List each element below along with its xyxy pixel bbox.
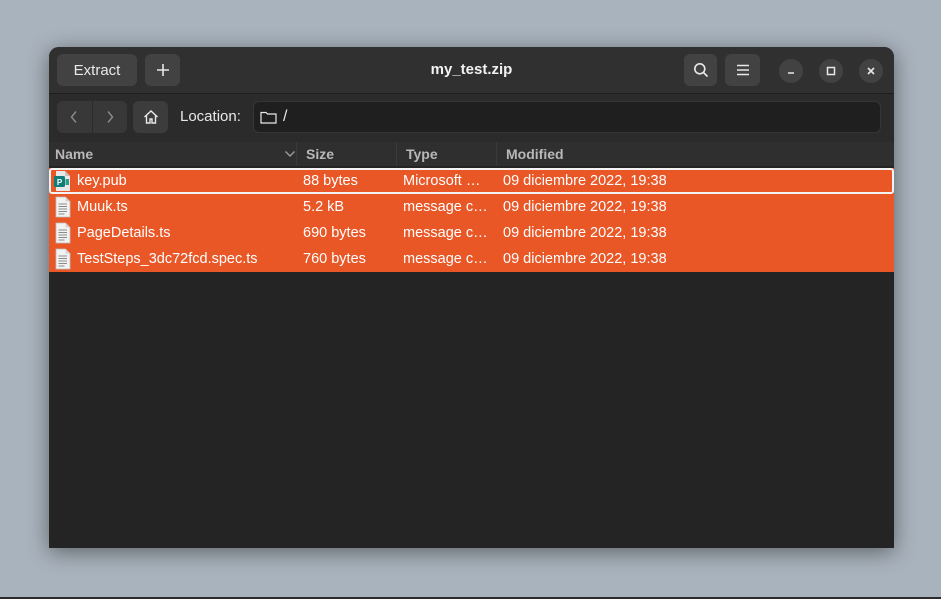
forward-button[interactable] xyxy=(92,101,127,133)
hamburger-menu-icon xyxy=(736,64,749,76)
file-type: Microsoft … xyxy=(403,173,481,189)
close-button[interactable] xyxy=(859,59,883,83)
file-size: 5.2 kB xyxy=(303,199,345,215)
file-modified: 09 diciembre 2022, 19:38 xyxy=(503,173,667,189)
column-header: Name Size Type Modified xyxy=(49,142,894,166)
file-list: P key.pub 88 bytes Microsoft … 09 diciem… xyxy=(49,168,894,272)
file-size: 760 bytes xyxy=(303,251,366,267)
sort-descending-icon xyxy=(285,151,295,157)
maximize-button[interactable] xyxy=(819,59,843,83)
search-button[interactable] xyxy=(684,54,717,86)
file-type: message ca… xyxy=(403,251,495,267)
search-icon xyxy=(693,63,708,78)
file-name: TestSteps_3dc72fcd.spec.ts xyxy=(77,251,258,267)
column-modified-header[interactable]: Modified xyxy=(496,142,894,166)
column-name-header[interactable]: Name xyxy=(55,142,295,166)
chevron-right-icon xyxy=(107,111,114,123)
home-button[interactable] xyxy=(133,101,168,133)
file-name: key.pub xyxy=(77,173,127,189)
archive-manager-window: Extract my_test.zip Location: / Name Siz… xyxy=(49,47,894,548)
svg-text:P: P xyxy=(57,178,63,187)
home-icon xyxy=(143,110,158,124)
location-bar: Location: / xyxy=(49,94,894,142)
minimize-button[interactable] xyxy=(779,59,803,83)
file-modified: 09 diciembre 2022, 19:38 xyxy=(503,225,667,241)
maximize-icon xyxy=(826,66,836,76)
column-type-header[interactable]: Type xyxy=(396,142,496,166)
location-field[interactable]: / xyxy=(253,101,881,133)
file-size: 88 bytes xyxy=(303,173,358,189)
extract-button[interactable]: Extract xyxy=(57,54,137,86)
file-name: PageDetails.ts xyxy=(77,225,171,241)
close-icon xyxy=(867,67,875,75)
location-path: / xyxy=(283,108,288,125)
chevron-left-icon xyxy=(70,111,77,123)
header-bar: Extract my_test.zip xyxy=(49,47,894,94)
folder-icon xyxy=(260,110,277,124)
back-button[interactable] xyxy=(57,101,92,133)
file-row[interactable]: TestSteps_3dc72fcd.spec.ts 760 bytes mes… xyxy=(49,246,894,272)
publisher-document-icon: P xyxy=(53,170,73,192)
file-row[interactable]: Muuk.ts 5.2 kB message ca… 09 diciembre … xyxy=(49,194,894,220)
file-row[interactable]: PageDetails.ts 690 bytes message ca… 09 … xyxy=(49,220,894,246)
column-name-label: Name xyxy=(55,146,94,162)
file-name: Muuk.ts xyxy=(77,199,128,215)
plus-icon xyxy=(156,64,169,76)
text-document-icon xyxy=(53,196,73,218)
minimize-icon xyxy=(788,72,794,74)
file-size: 690 bytes xyxy=(303,225,366,241)
location-label: Location: xyxy=(180,108,241,125)
main-menu-button[interactable] xyxy=(725,54,760,86)
navigation-buttons xyxy=(57,101,127,133)
file-modified: 09 diciembre 2022, 19:38 xyxy=(503,199,667,215)
column-size-header[interactable]: Size xyxy=(296,142,396,166)
text-document-icon xyxy=(53,222,73,244)
file-type: message ca… xyxy=(403,199,495,215)
file-modified: 09 diciembre 2022, 19:38 xyxy=(503,251,667,267)
file-row[interactable]: P key.pub 88 bytes Microsoft … 09 diciem… xyxy=(49,168,894,194)
file-type: message ca… xyxy=(403,225,495,241)
text-document-icon xyxy=(53,248,73,270)
add-files-button[interactable] xyxy=(145,54,180,86)
